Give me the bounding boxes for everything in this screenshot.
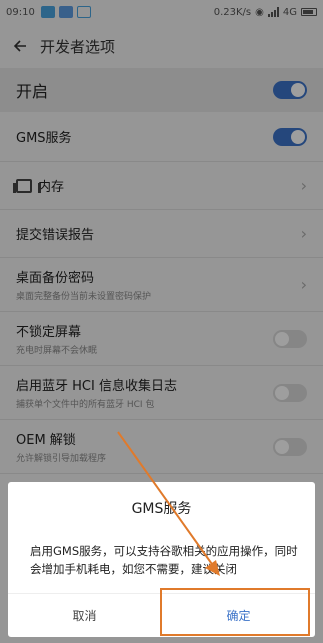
annotation-arrow xyxy=(117,431,220,576)
